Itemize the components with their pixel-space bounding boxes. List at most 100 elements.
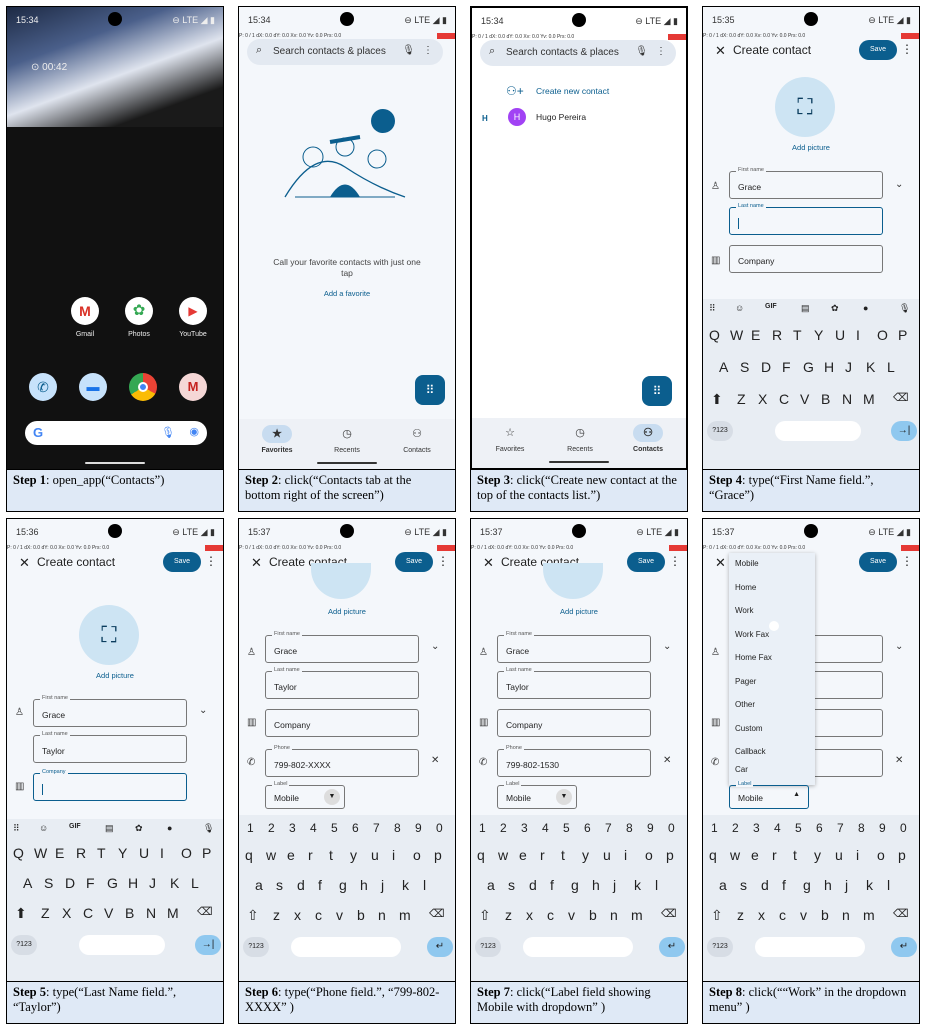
company-field[interactable]: Company	[265, 709, 419, 737]
symbols-key[interactable]: ?123	[707, 937, 733, 957]
company-field[interactable]: Company	[729, 245, 883, 273]
add-picture-link[interactable]: Add picture	[239, 607, 455, 616]
clear-icon[interactable]: ✕	[431, 755, 439, 766]
add-picture-link[interactable]: Add picture	[703, 143, 919, 152]
menu-item-callback[interactable]: Callback	[729, 741, 815, 765]
add-picture-icon[interactable]: ⛶	[79, 605, 139, 665]
enter-key[interactable]: →|	[891, 421, 917, 441]
backspace-icon[interactable]: ⌫	[893, 391, 909, 404]
save-button[interactable]: Save	[395, 552, 433, 572]
tab-contacts[interactable]: ⚇ Contacts	[387, 425, 447, 454]
tab-contacts[interactable]: ⚇ Contacts	[618, 424, 678, 453]
phone-field[interactable]	[807, 749, 883, 777]
save-button[interactable]: Save	[627, 552, 665, 572]
more-options-icon[interactable]: ⋮	[669, 554, 681, 568]
expand-icon[interactable]: ⌄	[663, 641, 671, 652]
close-icon[interactable]: ✕	[251, 555, 262, 571]
space-key[interactable]	[291, 937, 401, 957]
tab-favorites[interactable]: ★ Favorites	[247, 425, 307, 454]
more-options-icon[interactable]: ⋮	[423, 45, 433, 56]
label-select[interactable]: Label Mobile ▼	[265, 781, 345, 809]
last-name-field[interactable]: Last name Taylor	[33, 731, 187, 763]
more-options-icon[interactable]: ⋮	[205, 554, 217, 568]
menu-item-mobile[interactable]: Mobile	[729, 553, 815, 577]
expand-icon[interactable]: ⌄	[199, 705, 207, 716]
menu-item-home[interactable]: Home	[729, 577, 815, 601]
mic-icon[interactable]: 🎙	[161, 426, 175, 439]
last-name-field[interactable]: Last name	[729, 203, 883, 235]
first-name-field[interactable]: First name Grace	[497, 631, 651, 663]
shift-icon[interactable]: ⇧	[711, 907, 723, 924]
label-select[interactable]: Label Mobile ▲	[729, 781, 809, 809]
add-picture-icon[interactable]: ⛶	[775, 77, 835, 137]
gmail-dock-icon[interactable]: M	[179, 373, 207, 401]
add-picture-link[interactable]: Add picture	[471, 607, 687, 616]
add-favorite-link[interactable]: Add a favorite	[239, 289, 455, 298]
dialpad-fab[interactable]: ⠿	[415, 375, 445, 405]
last-name-field[interactable]: Last name Taylor	[497, 667, 651, 699]
menu-item-other[interactable]: Other	[729, 694, 815, 718]
photos-icon[interactable]: ✿	[125, 297, 153, 325]
backspace-icon[interactable]: ⌫	[661, 907, 677, 920]
menu-item-custom[interactable]: Custom	[729, 718, 815, 742]
close-icon[interactable]: ✕	[483, 555, 494, 571]
more-options-icon[interactable]: ⋮	[437, 554, 449, 568]
search-bar[interactable]: ⌕ Search contacts & places 🎙 ⋮	[247, 39, 443, 65]
close-icon[interactable]: ✕	[715, 43, 726, 59]
shift-icon[interactable]: ⇧	[479, 907, 491, 924]
first-name-field[interactable]: First name Grace	[729, 167, 883, 199]
backspace-icon[interactable]: ⌫	[197, 905, 213, 918]
space-key[interactable]	[755, 937, 865, 957]
enter-key[interactable]: →|	[195, 935, 221, 955]
symbols-key[interactable]: ?123	[11, 935, 37, 955]
enter-key[interactable]: ↵	[659, 937, 685, 957]
first-name-field[interactable]: First name Grace	[33, 695, 187, 727]
space-key[interactable]	[523, 937, 633, 957]
clear-icon[interactable]: ✕	[663, 755, 671, 766]
add-picture-icon[interactable]	[311, 563, 371, 599]
tab-recents[interactable]: ◷ Recents	[317, 425, 377, 454]
menu-item-home-fax[interactable]: Home Fax	[729, 647, 815, 671]
mic-icon[interactable]: 🎙	[402, 45, 415, 56]
menu-item-work[interactable]: Work	[729, 600, 815, 624]
search-bar[interactable]: ⌕ Search contacts & places 🎙 ⋮	[480, 40, 676, 66]
space-key[interactable]	[775, 421, 861, 441]
more-options-icon[interactable]: ⋮	[901, 42, 913, 56]
phone-field[interactable]: Phone 799-802-1530	[497, 745, 651, 777]
menu-item-car[interactable]: Car	[729, 765, 815, 773]
youtube-icon[interactable]: ▶	[179, 297, 207, 325]
enter-key[interactable]: ↵	[891, 937, 917, 957]
close-icon[interactable]: ✕	[715, 555, 726, 571]
save-button[interactable]: Save	[859, 552, 897, 572]
backspace-icon[interactable]: ⌫	[893, 907, 909, 920]
close-icon[interactable]: ✕	[19, 555, 30, 571]
first-name-field[interactable]: First name Grace	[265, 631, 419, 663]
tab-favorites[interactable]: ☆ Favorites	[480, 424, 540, 453]
messages-app-icon[interactable]: ▬	[79, 373, 107, 401]
company-field[interactable]	[807, 709, 883, 737]
expand-icon[interactable]: ⌄	[895, 179, 903, 190]
clear-icon[interactable]: ✕	[895, 755, 903, 766]
create-new-contact[interactable]: Create new contact	[536, 86, 609, 96]
add-picture-icon[interactable]	[543, 563, 603, 599]
phone-app-icon[interactable]: ✆	[29, 373, 57, 401]
space-key[interactable]	[79, 935, 165, 955]
mic-icon[interactable]: 🎙	[635, 46, 648, 57]
more-options-icon[interactable]: ⋮	[656, 46, 666, 57]
tab-recents[interactable]: ◷ Recents	[550, 424, 610, 453]
contact-name[interactable]: Hugo Pereira	[536, 112, 586, 122]
expand-icon[interactable]: ⌄	[431, 641, 439, 652]
more-options-icon[interactable]: ⋮	[901, 554, 913, 568]
expand-icon[interactable]: ⌄	[895, 641, 903, 652]
save-button[interactable]: Save	[163, 552, 201, 572]
gmail-icon[interactable]: M	[71, 297, 99, 325]
company-field[interactable]: Company	[33, 769, 187, 801]
lens-icon[interactable]: ◉	[189, 425, 199, 438]
shift-icon[interactable]: ⬆	[711, 391, 723, 408]
enter-key[interactable]: ↵	[427, 937, 453, 957]
symbols-key[interactable]: ?123	[243, 937, 269, 957]
google-search-bar[interactable]: G 🎙 ◉	[25, 421, 207, 445]
chrome-app-icon[interactable]	[129, 373, 157, 401]
save-button[interactable]: Save	[859, 40, 897, 60]
first-name-field[interactable]	[807, 635, 883, 663]
